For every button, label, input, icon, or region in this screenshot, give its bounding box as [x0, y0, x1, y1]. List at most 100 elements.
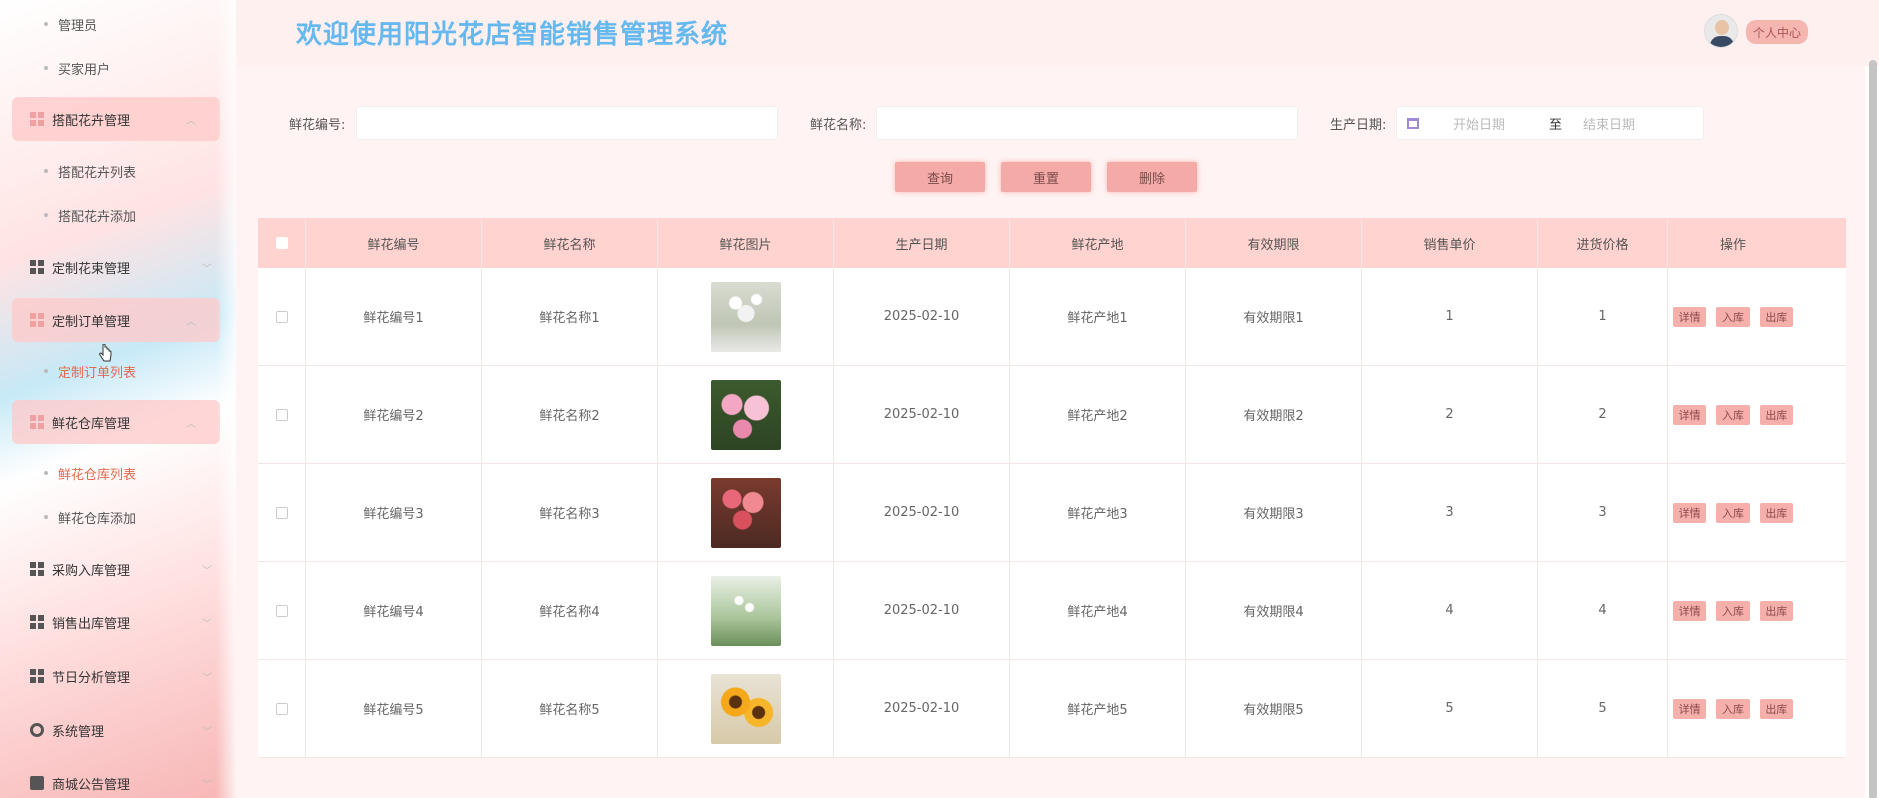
production-date-label: 生产日期: [1330, 118, 1387, 133]
sidebar-item-label: 鲜花仓库列表 [58, 467, 137, 483]
column-header[interactable]: 鲜花图片 [658, 218, 834, 268]
outbound-button[interactable]: 出库 [1759, 306, 1793, 327]
table-row: 鲜花编号5 鲜花名称5 2025-02-10 鲜花产地5 有效期限5 5 5 详情 入库 出库 [258, 660, 1846, 758]
table-row: 鲜花编号2 鲜花名称2 2025-02-10 鲜花产地2 有效期限2 2 2 详情 入库 出库 [258, 366, 1846, 464]
column-header: 操作 [1719, 237, 1746, 253]
sidebar-item-label: 商城公告管理 [52, 777, 131, 793]
row-checkbox[interactable] [275, 604, 288, 617]
query-button[interactable]: 查询 [895, 162, 985, 192]
sidebar-item-label: 搭配花卉添加 [58, 209, 137, 225]
select-all-checkbox[interactable] [275, 237, 288, 249]
flower-name-cell: 鲜花名称4 [482, 562, 658, 659]
detail-button[interactable]: 详情 [1673, 600, 1707, 621]
sidebar-group-holiday-analysis[interactable]: 节日分析管理 ﹀ [0, 654, 236, 698]
grid-icon [30, 260, 44, 274]
sidebar-group-announcements[interactable]: 商城公告管理 ﹀ [0, 761, 236, 798]
purchase-price-cell: 2 [1538, 366, 1668, 463]
sidebar-item-matching-flowers-list[interactable]: 搭配花卉列表 [44, 158, 136, 184]
sidebar-item-label: 定制订单列表 [58, 365, 137, 381]
production-date-range-picker[interactable]: 开始日期 至 结束日期 [1396, 106, 1704, 140]
flower-image[interactable] [710, 673, 781, 744]
sidebar-item-buyer-users[interactable]: 买家用户 [44, 55, 110, 81]
validity-cell: 有效期限4 [1186, 562, 1362, 659]
detail-button[interactable]: 详情 [1673, 404, 1707, 425]
end-date-input[interactable]: 结束日期 [1583, 114, 1673, 133]
flower-image[interactable] [710, 477, 781, 548]
sidebar-group-sales-outbound[interactable]: 销售出库管理 ﹀ [0, 600, 236, 644]
purchase-price-cell: 5 [1538, 660, 1668, 757]
flower-name-cell: 鲜花名称3 [482, 464, 658, 561]
row-actions-cell: 详情 入库 出库 [1668, 660, 1798, 757]
column-header[interactable]: 鲜花名称 [482, 218, 658, 268]
validity-cell: 有效期限1 [1186, 268, 1362, 365]
outbound-button[interactable]: 出库 [1759, 600, 1793, 621]
flower-code-input[interactable] [356, 106, 778, 140]
sidebar-group-custom-orders[interactable]: 定制订单管理 ︿ [12, 298, 220, 342]
row-actions-cell: 详情 入库 出库 [1668, 562, 1798, 659]
row-select-cell [258, 562, 306, 659]
inbound-button[interactable]: 入库 [1716, 698, 1750, 719]
flower-name-input[interactable] [876, 106, 1298, 140]
sidebar-group-flower-warehouse[interactable]: 鲜花仓库管理 ︿ [12, 400, 220, 444]
sidebar-item-custom-orders-list[interactable]: 定制订单列表 [44, 358, 136, 384]
outbound-button[interactable]: 出库 [1759, 404, 1793, 425]
origin-cell: 鲜花产地2 [1010, 366, 1186, 463]
sidebar-item-label: 系统管理 [52, 724, 105, 740]
inbound-button[interactable]: 入库 [1716, 306, 1750, 327]
sidebar-group-custom-bouquet[interactable]: 定制花束管理 ﹀ [0, 245, 236, 289]
row-checkbox[interactable] [275, 310, 288, 323]
profile-center-button[interactable]: 个人中心 [1746, 20, 1808, 44]
row-checkbox[interactable] [275, 702, 288, 715]
validity-cell: 有效期限3 [1186, 464, 1362, 561]
outbound-button[interactable]: 出库 [1759, 698, 1793, 719]
sidebar-group-purchase-inbound[interactable]: 采购入库管理 ﹀ [0, 547, 236, 591]
flower-warehouse-table: 鲜花编号 鲜花名称 鲜花图片 生产日期 鲜花产地 有效期限 销售单价 进货价格 … [258, 218, 1846, 758]
start-date-input[interactable]: 开始日期 [1453, 114, 1543, 133]
grid-icon [30, 562, 44, 576]
flower-image[interactable] [710, 281, 781, 352]
grid-icon [30, 415, 44, 429]
inbound-button[interactable]: 入库 [1716, 600, 1750, 621]
outbound-button[interactable]: 出库 [1759, 502, 1793, 523]
column-header[interactable]: 鲜花编号 [306, 218, 482, 268]
reset-button[interactable]: 重置 [1001, 162, 1091, 192]
column-header[interactable]: 进货价格 [1538, 218, 1668, 268]
sidebar-item-label: 管理员 [58, 18, 98, 34]
top-header: 欢迎使用阳光花店智能销售管理系统 个人中心 [236, 0, 1879, 66]
flower-image[interactable] [710, 379, 781, 450]
flower-code-label: 鲜花编号: [289, 118, 346, 133]
select-all-cell [258, 218, 306, 268]
flower-code-cell: 鲜花编号4 [306, 562, 482, 659]
column-header[interactable]: 有效期限 [1186, 218, 1362, 268]
row-checkbox[interactable] [275, 506, 288, 519]
avatar[interactable] [1704, 14, 1738, 48]
inbound-button[interactable]: 入库 [1716, 404, 1750, 425]
sidebar-group-system[interactable]: 系统管理 ﹀ [0, 708, 236, 752]
flower-image[interactable] [710, 575, 781, 646]
avatar-body [1710, 36, 1734, 47]
inbound-button[interactable]: 入库 [1716, 502, 1750, 523]
vertical-scrollbar[interactable] [1869, 60, 1877, 798]
sidebar-item-matching-flowers-add[interactable]: 搭配花卉添加 [44, 202, 136, 228]
column-header[interactable]: 销售单价 [1362, 218, 1538, 268]
detail-button[interactable]: 详情 [1673, 698, 1707, 719]
chevron-down-icon: ﹀ [202, 779, 212, 791]
flower-image-cell [658, 464, 834, 561]
delete-button[interactable]: 删除 [1107, 162, 1197, 192]
column-header[interactable]: 鲜花产地 [1010, 218, 1186, 268]
detail-button[interactable]: 详情 [1673, 306, 1707, 327]
origin-cell: 鲜花产地4 [1010, 562, 1186, 659]
row-actions-cell: 详情 入库 出库 [1668, 268, 1798, 365]
purchase-price-cell: 1 [1538, 268, 1668, 365]
sidebar-item-label: 定制订单管理 [52, 314, 131, 330]
sidebar-group-matching-flowers[interactable]: 搭配花卉管理 ︿ [12, 97, 220, 141]
sidebar-item-label: 搭配花卉管理 [52, 113, 131, 129]
sidebar-item-flower-warehouse-list[interactable]: 鲜花仓库列表 [44, 460, 136, 486]
row-checkbox[interactable] [275, 408, 288, 421]
sale-price-cell: 4 [1362, 562, 1538, 659]
column-header[interactable]: 生产日期 [834, 218, 1010, 268]
sidebar-item-flower-warehouse-add[interactable]: 鲜花仓库添加 [44, 504, 136, 530]
sidebar-item-admin[interactable]: 管理员 [44, 11, 97, 37]
hand-cursor-icon [99, 344, 112, 362]
detail-button[interactable]: 详情 [1673, 502, 1707, 523]
